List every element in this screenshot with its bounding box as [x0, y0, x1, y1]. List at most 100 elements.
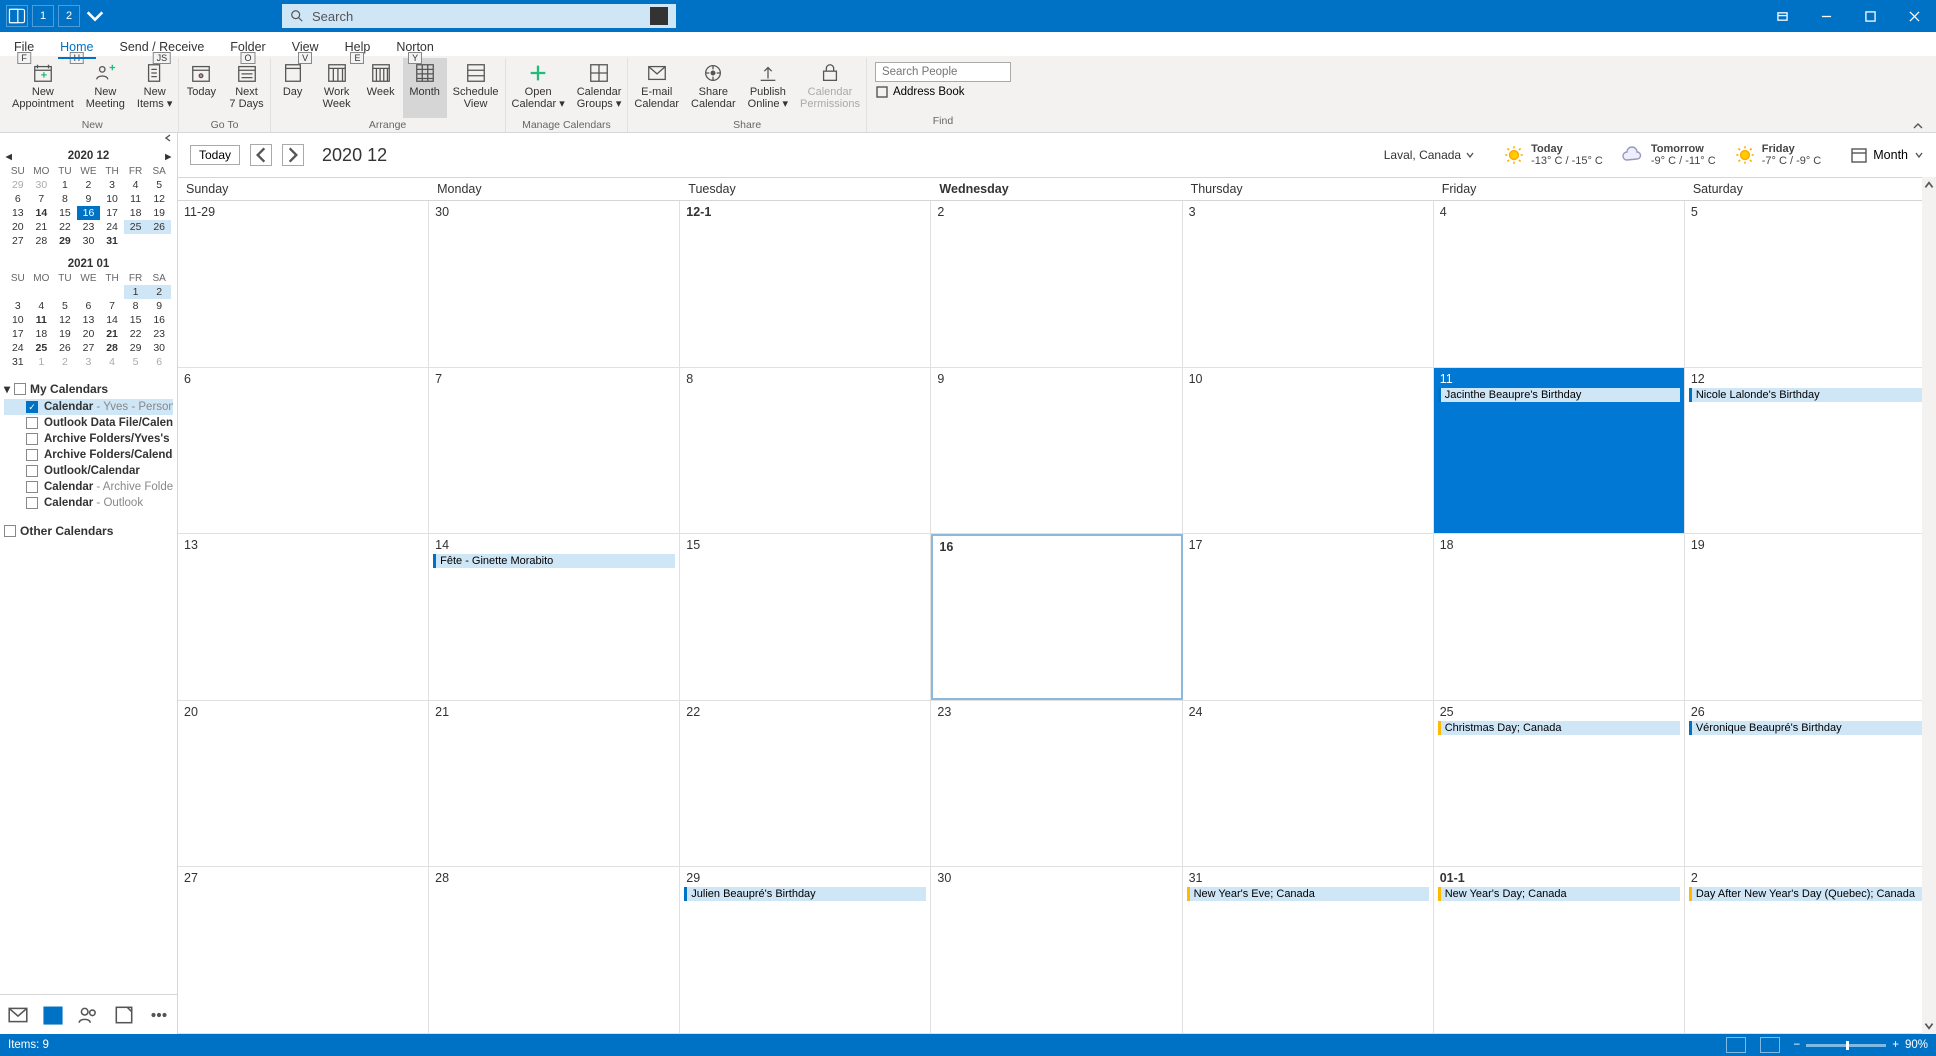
- mini-day[interactable]: [30, 285, 54, 299]
- calendar-event[interactable]: Julien Beaupré's Birthday: [684, 887, 926, 901]
- calendar-event[interactable]: Fête - Ginette Morabito: [433, 554, 675, 568]
- zoom-out-icon[interactable]: −: [1794, 1039, 1801, 1051]
- mini-day[interactable]: 11: [124, 192, 148, 206]
- mini-day[interactable]: 5: [124, 355, 148, 369]
- mini-day[interactable]: 30: [147, 341, 171, 355]
- cal-groups-button[interactable]: CalendarGroups ▾: [571, 58, 628, 118]
- mini-day[interactable]: 21: [30, 220, 54, 234]
- tab-folder[interactable]: FolderO: [228, 38, 267, 56]
- mini-day[interactable]: 13: [6, 206, 30, 220]
- mic-icon[interactable]: [650, 7, 668, 25]
- calendar-item-4[interactable]: Outlook/Calendar: [4, 463, 173, 479]
- calendar-event[interactable]: Nicole Lalonde's Birthday: [1689, 388, 1931, 402]
- calendar-checkbox[interactable]: [26, 449, 38, 461]
- scroll-up-icon[interactable]: [1923, 179, 1935, 191]
- email-cal-button[interactable]: E-mailCalendar: [628, 58, 685, 118]
- tab-norton[interactable]: NortonY: [394, 38, 436, 56]
- mini-day[interactable]: 16: [147, 313, 171, 327]
- mini-day[interactable]: 21: [100, 327, 124, 341]
- mini-day[interactable]: 25: [30, 341, 54, 355]
- day-cell[interactable]: 11-29: [178, 201, 429, 367]
- day-cell[interactable]: 2Day After New Year's Day (Quebec); Cana…: [1685, 867, 1936, 1033]
- tab-file[interactable]: FileF: [12, 38, 36, 56]
- mini-day[interactable]: 6: [147, 355, 171, 369]
- mini-day[interactable]: 1: [124, 285, 148, 299]
- my-calendars-group[interactable]: ▾My Calendars: [4, 379, 173, 399]
- calendar-item-5[interactable]: Calendar - Archive Folders: [4, 479, 173, 495]
- mini-prev-icon[interactable]: ◂: [6, 149, 12, 163]
- mini-day[interactable]: 2: [77, 178, 101, 192]
- mini-day[interactable]: [124, 234, 148, 248]
- mini-day[interactable]: [100, 285, 124, 299]
- day-cell[interactable]: 26Véronique Beaupré's Birthday: [1685, 701, 1936, 867]
- day-cell[interactable]: 29Julien Beaupré's Birthday: [680, 867, 931, 1033]
- day-cell[interactable]: 27: [178, 867, 429, 1033]
- week-button[interactable]: Week: [359, 58, 403, 118]
- outlook-icon[interactable]: [6, 5, 28, 27]
- titlebar-search[interactable]: [282, 4, 676, 28]
- calendar-event[interactable]: Christmas Day; Canada: [1438, 721, 1680, 735]
- zoom-in-icon[interactable]: +: [1892, 1039, 1899, 1051]
- mini-day[interactable]: 30: [30, 178, 54, 192]
- mini-day[interactable]: 14: [30, 206, 54, 220]
- next7-button[interactable]: Next7 Days: [223, 58, 269, 118]
- day-cell[interactable]: 25Christmas Day; Canada: [1434, 701, 1685, 867]
- mini-day[interactable]: 15: [53, 206, 77, 220]
- nav-more-icon[interactable]: [148, 1004, 170, 1026]
- day-cell[interactable]: 30: [429, 201, 680, 367]
- mini-day[interactable]: 6: [77, 299, 101, 313]
- day-cell[interactable]: 11Jacinthe Beaupre's Birthday: [1434, 368, 1685, 534]
- ribbon-collapse-icon[interactable]: [1906, 58, 1930, 132]
- day-cell[interactable]: 23: [931, 701, 1182, 867]
- mini-day[interactable]: 15: [124, 313, 148, 327]
- calendar-event[interactable]: New Year's Day; Canada: [1438, 887, 1680, 901]
- day-cell[interactable]: 4: [1434, 201, 1685, 367]
- calendar-item-1[interactable]: Outlook Data File/Calendar: [4, 415, 173, 431]
- tab-view[interactable]: ViewV: [290, 38, 321, 56]
- mini-day[interactable]: 19: [147, 206, 171, 220]
- mini-day[interactable]: 10: [100, 192, 124, 206]
- mini-day[interactable]: 2: [147, 285, 171, 299]
- day-cell[interactable]: 31New Year's Eve; Canada: [1183, 867, 1434, 1033]
- day-cell[interactable]: 8: [680, 368, 931, 534]
- day-cell[interactable]: 24: [1183, 701, 1434, 867]
- today-button[interactable]: Today: [190, 145, 240, 165]
- mini-day[interactable]: 3: [6, 299, 30, 313]
- mini-day[interactable]: 1: [30, 355, 54, 369]
- scrollbar[interactable]: [1922, 177, 1936, 1034]
- day-cell[interactable]: 3: [1183, 201, 1434, 367]
- mini-day[interactable]: 18: [30, 327, 54, 341]
- mini-day[interactable]: 12: [53, 313, 77, 327]
- mini-day[interactable]: 30: [77, 234, 101, 248]
- search-people-input[interactable]: [875, 62, 1011, 82]
- workweek-button[interactable]: WorkWeek: [315, 58, 359, 118]
- mini-day[interactable]: 7: [30, 192, 54, 206]
- mini-day[interactable]: 7: [100, 299, 124, 313]
- day-cell[interactable]: 30: [931, 867, 1182, 1033]
- mini-day[interactable]: 26: [147, 220, 171, 234]
- day-cell[interactable]: 15: [680, 534, 931, 700]
- qat-customize[interactable]: [84, 5, 106, 27]
- scroll-down-icon[interactable]: [1923, 1020, 1935, 1032]
- mini-day[interactable]: [53, 285, 77, 299]
- new-items-button[interactable]: NewItems ▾: [131, 58, 178, 118]
- mini-day[interactable]: 23: [77, 220, 101, 234]
- mini-day[interactable]: 20: [6, 220, 30, 234]
- day-cell[interactable]: 13: [178, 534, 429, 700]
- open-cal-button[interactable]: OpenCalendar ▾: [506, 58, 571, 118]
- nav-mail-icon[interactable]: [7, 1004, 29, 1026]
- mini-day[interactable]: 14: [100, 313, 124, 327]
- mini-day[interactable]: [6, 285, 30, 299]
- mini-day[interactable]: 2: [53, 355, 77, 369]
- mini-day[interactable]: 29: [6, 178, 30, 192]
- month-button[interactable]: Month: [403, 58, 447, 118]
- calendar-item-6[interactable]: Calendar - Outlook: [4, 495, 173, 511]
- mini-day[interactable]: [77, 285, 101, 299]
- tab-home[interactable]: HomeH: [58, 38, 95, 56]
- mini-day[interactable]: 1: [53, 178, 77, 192]
- day-cell[interactable]: 01-1New Year's Day; Canada: [1434, 867, 1685, 1033]
- other-calendars-group[interactable]: Other Calendars: [4, 521, 173, 541]
- day-cell[interactable]: 16: [931, 534, 1182, 700]
- qat-button-2[interactable]: 2: [58, 5, 80, 27]
- mini-day[interactable]: 11: [30, 313, 54, 327]
